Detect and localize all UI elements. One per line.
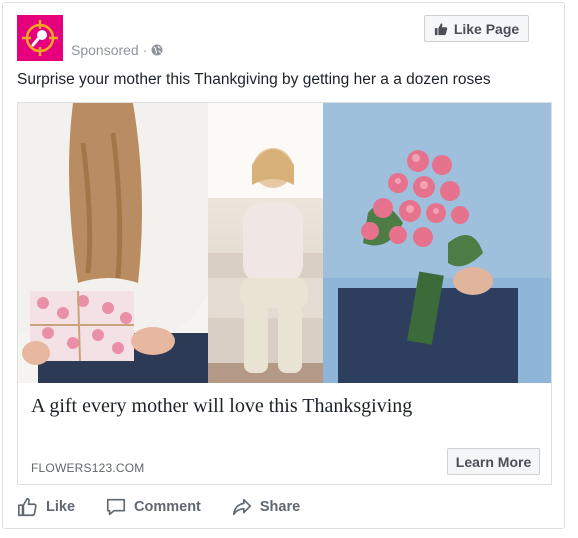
sponsored-label[interactable]: Sponsored (71, 42, 139, 58)
like-label: Like (46, 499, 76, 515)
sponsored-meta: Sponsored · (71, 42, 163, 58)
post-actions-bar: Like Comment Share (17, 496, 330, 518)
page-logo[interactable] (17, 15, 63, 61)
share-button[interactable]: Share (231, 496, 300, 518)
post-caption: Surprise your mother this Thankgiving by… (17, 71, 491, 88)
like-page-label: Like Page (453, 20, 520, 37)
like-page-button[interactable]: Like Page (424, 15, 529, 42)
ad-photo[interactable] (18, 103, 551, 383)
ad-image (18, 103, 551, 383)
sponsored-post-card: Sponsored · Like Page Surprise your moth… (2, 2, 565, 529)
share-icon (232, 498, 251, 516)
share-label: Share (259, 499, 301, 515)
comment-button[interactable]: Comment (105, 496, 201, 518)
comment-label: Comment (134, 499, 201, 515)
thumbs-up-icon (434, 22, 448, 35)
globe-icon[interactable] (151, 44, 163, 56)
thumbs-up-icon (18, 497, 37, 517)
meta-separator: · (142, 42, 148, 58)
ad-domain: FLOWERS123.COM (31, 461, 145, 475)
ad-headline[interactable]: A gift every mother will love this Thank… (31, 395, 412, 418)
like-button[interactable]: Like (17, 496, 75, 518)
crosshair-logo-icon (22, 20, 58, 56)
ad-attachment[interactable]: A gift every mother will love this Thank… (17, 102, 552, 485)
comment-icon (106, 498, 126, 516)
learn-more-button[interactable]: Learn More (447, 448, 540, 475)
